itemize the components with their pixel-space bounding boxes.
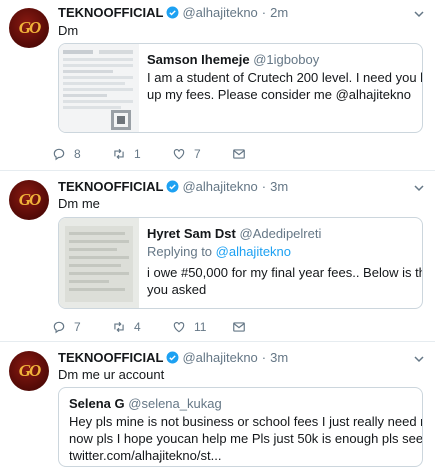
- quoted-tweet[interactable]: Samson Ihemeje @1igboboy I am a student …: [58, 43, 423, 133]
- reply-icon: [53, 148, 65, 161]
- retweet-button[interactable]: 1: [112, 147, 172, 161]
- quoted-tweet[interactable]: Selena G @selena_kukag Hey pls mine is n…: [58, 387, 423, 467]
- quoted-author-handle[interactable]: @selena_kukag: [128, 396, 221, 411]
- avatar[interactable]: GO: [9, 351, 49, 391]
- reply-button[interactable]: 7: [52, 320, 112, 334]
- message-icon: [233, 322, 245, 332]
- tweet-actions: 7 4 11: [52, 320, 292, 334]
- verified-badge-icon: [166, 6, 179, 19]
- verified-badge-icon: [166, 180, 179, 193]
- direct-message-button[interactable]: [232, 320, 292, 334]
- quoted-text-line: Hey pls mine is not business or school f…: [69, 414, 422, 429]
- avatar-logo: GO: [18, 18, 42, 37]
- quoted-tweet-text: Hey pls mine is not business or school f…: [69, 413, 423, 464]
- direct-message-button[interactable]: [232, 147, 292, 161]
- quoted-text-line: I am a student of Crutech 200 level. I n…: [147, 70, 422, 85]
- chevron-down-icon[interactable]: [413, 8, 425, 20]
- quoted-text-line: you asked: [147, 282, 207, 297]
- quoted-tweet-text: i owe #50,000 for my final year fees.. B…: [147, 264, 422, 298]
- reply-icon: [53, 321, 65, 334]
- quoted-author-name[interactable]: Samson Ihemeje: [147, 52, 250, 67]
- tweet-time[interactable]: 3m: [270, 350, 288, 365]
- quoted-author-handle[interactable]: @Adedipelreti: [240, 226, 322, 241]
- tweet-time[interactable]: 3m: [270, 179, 288, 194]
- quoted-author-handle[interactable]: @1igboboy: [253, 52, 319, 67]
- reply-button[interactable]: 8: [52, 147, 112, 161]
- retweet-icon: [114, 148, 124, 160]
- replying-to-handle[interactable]: @alhajitekno: [216, 244, 291, 259]
- tweet-text: Dm me: [58, 196, 100, 211]
- avatar-logo: GO: [18, 361, 42, 380]
- like-icon: [173, 149, 185, 160]
- separator-dot: ·: [261, 179, 267, 194]
- tweet-3[interactable]: GO TEKNOOFFICIAL @alhajitekno · 3m Dm me…: [0, 342, 435, 469]
- avatar[interactable]: GO: [9, 8, 49, 48]
- quoted-tweet-image[interactable]: [59, 44, 139, 132]
- quoted-tweet[interactable]: Hyret Sam Dst @Adedipelreti Replying to …: [58, 217, 423, 309]
- author-name[interactable]: TEKNOOFFICIAL: [58, 5, 163, 20]
- author-name[interactable]: TEKNOOFFICIAL: [58, 350, 163, 365]
- tweet-2[interactable]: GO TEKNOOFFICIAL @alhajitekno · 3m Dm me: [0, 171, 435, 342]
- replying-to-label: Replying to: [147, 244, 216, 259]
- tweet-header: TEKNOOFFICIAL @alhajitekno · 3m: [58, 350, 288, 365]
- chevron-down-icon[interactable]: [413, 353, 425, 365]
- avatar-logo: GO: [18, 190, 42, 209]
- retweet-icon: [114, 321, 124, 333]
- document-screenshot-thumbnail: [59, 44, 139, 132]
- retweet-button[interactable]: 4: [112, 320, 172, 334]
- tweet-time[interactable]: 2m: [270, 5, 288, 20]
- verified-badge-icon: [166, 351, 179, 364]
- author-handle[interactable]: @alhajitekno: [182, 179, 257, 194]
- quoted-tweet-image[interactable]: [59, 218, 139, 308]
- like-icon: [173, 322, 185, 333]
- quoted-author-name[interactable]: Selena G: [69, 396, 125, 411]
- message-icon: [233, 149, 245, 159]
- tweet-text: Dm me ur account: [58, 367, 165, 382]
- quoted-text-line: i owe #50,000 for my final year fees.. B…: [147, 265, 422, 280]
- author-handle[interactable]: @alhajitekno: [182, 350, 257, 365]
- tweet-header: TEKNOOFFICIAL @alhajitekno · 2m: [58, 5, 288, 20]
- quoted-tweet-text: I am a student of Crutech 200 level. I n…: [147, 69, 422, 103]
- separator-dot: ·: [261, 350, 267, 365]
- quoted-text-line: up my fees. Please consider me @alhajite…: [147, 87, 411, 102]
- like-count: 11: [194, 320, 207, 334]
- quoted-author-name[interactable]: Hyret Sam Dst: [147, 226, 236, 241]
- replying-to: Replying to @alhajitekno: [147, 244, 291, 259]
- tweet-1[interactable]: GO TEKNOOFFICIAL @alhajitekno · 2m Dm Sa…: [0, 0, 435, 171]
- tweet-text: Dm: [58, 23, 79, 38]
- reply-count: 8: [74, 147, 81, 161]
- tweet-actions: 8 1 7: [52, 147, 292, 161]
- retweet-count: 4: [134, 320, 141, 334]
- retweet-count: 1: [134, 147, 141, 161]
- reply-count: 7: [74, 320, 81, 334]
- receipt-photo-thumbnail: [59, 218, 139, 308]
- chevron-down-icon[interactable]: [413, 182, 425, 194]
- author-handle[interactable]: @alhajitekno: [182, 5, 257, 20]
- tweet-header: TEKNOOFFICIAL @alhajitekno · 3m: [58, 179, 288, 194]
- quoted-text-link[interactable]: twitter.com/alhajitekno/st...: [69, 447, 419, 464]
- separator-dot: ·: [261, 5, 267, 20]
- like-button[interactable]: 7: [172, 147, 232, 161]
- avatar[interactable]: GO: [9, 180, 49, 220]
- author-name[interactable]: TEKNOOFFICIAL: [58, 179, 163, 194]
- like-count: 7: [194, 147, 201, 161]
- quoted-text-line: now pls I hope youcan help me Pls just 5…: [69, 431, 423, 446]
- like-button[interactable]: 11: [172, 320, 232, 334]
